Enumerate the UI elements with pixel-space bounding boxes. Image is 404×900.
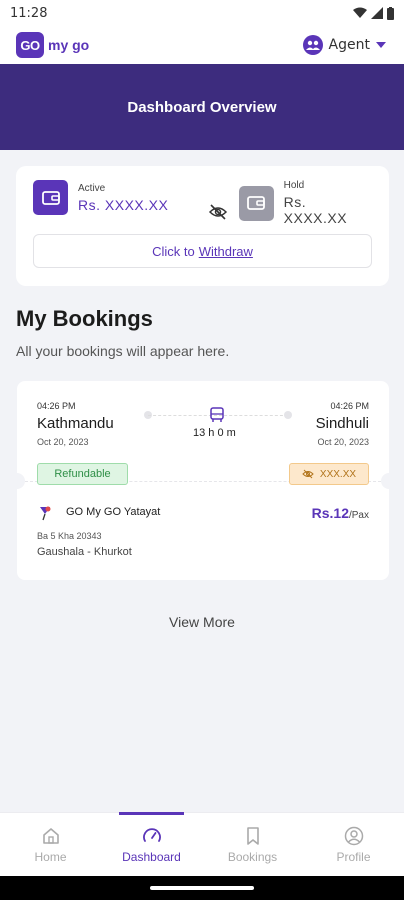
app-logo: GO <box>16 32 44 58</box>
profile-icon <box>344 826 363 845</box>
hold-value: Rs. XXXX.XX <box>283 194 348 226</box>
brand-name: my go <box>48 37 90 53</box>
departure-date: Oct 20, 2023 <box>37 437 89 447</box>
status-bar: 11:28 <box>0 0 404 26</box>
booking-card[interactable]: 04:26 PM Kathmandu Oct 20, 2023 13 h 0 m… <box>9 381 397 580</box>
view-more-link[interactable]: View More <box>0 614 404 630</box>
refundable-badge: Refundable <box>37 463 128 485</box>
system-gesture-bar <box>0 876 404 900</box>
page-title: Dashboard Overview <box>127 98 277 116</box>
battery-icon <box>387 6 394 20</box>
speedometer-icon <box>142 827 161 842</box>
arrival-date: Oct 20, 2023 <box>317 437 369 447</box>
nav-dashboard-label: Dashboard <box>122 849 181 864</box>
status-icons <box>353 6 394 20</box>
ticket-notch <box>9 473 25 489</box>
route-name: Gaushala - Khurkot <box>37 546 132 558</box>
ticket-notch <box>381 473 397 489</box>
fare-unit: /Pax <box>348 510 369 521</box>
operator-logo-icon <box>40 506 51 521</box>
withdraw-prefix: Click to <box>152 243 195 259</box>
home-indicator[interactable] <box>150 886 254 890</box>
nav-home[interactable]: Home <box>0 813 101 876</box>
withdraw-link[interactable]: Withdraw <box>199 244 253 259</box>
chevron-down-icon <box>376 42 386 48</box>
bookmark-icon <box>246 826 259 845</box>
arrival-time: 04:26 PM <box>330 401 369 411</box>
wallet-icon <box>239 185 274 221</box>
nav-bookings-label: Bookings <box>227 849 278 864</box>
hide-balance-icon[interactable] <box>208 202 230 224</box>
wifi-icon <box>353 7 367 18</box>
wallet-icon <box>33 180 68 215</box>
route-dot <box>284 411 292 419</box>
operator-name: GO My GO Yatayat <box>66 506 161 518</box>
active-label: Active <box>78 182 106 194</box>
wallet-card: Active Rs. XXXX.XX Hold Rs. XXXX.XX Clic… <box>16 166 389 286</box>
hold-label: Hold <box>283 180 305 191</box>
arrival-city: Sindhuli <box>315 415 369 432</box>
home-icon <box>42 827 59 844</box>
nav-home-label: Home <box>34 849 67 864</box>
nav-profile-label: Profile <box>336 849 371 864</box>
nav-bookings[interactable]: Bookings <box>202 813 303 876</box>
hold-balance: Hold Rs. XXXX.XX <box>239 180 373 226</box>
wallet-balances: Active Rs. XXXX.XX Hold Rs. XXXX.XX <box>33 180 373 226</box>
fare: Rs.12/Pax <box>312 505 369 521</box>
signal-icon <box>371 7 383 19</box>
nav-dashboard[interactable]: Dashboard <box>101 812 202 876</box>
active-value: Rs. XXXX.XX <box>78 196 169 213</box>
eye-off-icon <box>302 469 314 479</box>
bottom-nav: Home Dashboard Bookings Profile <box>0 812 404 876</box>
price-badge: XXX.XX <box>289 463 369 485</box>
nav-profile[interactable]: Profile <box>303 813 404 876</box>
bookings-title: My Bookings <box>16 306 153 331</box>
bus-icon <box>210 407 224 422</box>
role-label: Agent <box>328 37 370 53</box>
fare-amount: Rs.12 <box>311 505 349 521</box>
brand[interactable]: GO my go <box>16 32 89 58</box>
active-balance: Active Rs. XXXX.XX <box>33 180 168 215</box>
role-selector[interactable]: Agent <box>302 35 386 55</box>
price-badge-value: XXX.XX <box>319 468 357 480</box>
vehicle-number: Ba 5 Kha 20343 <box>37 531 102 541</box>
withdraw-button[interactable]: Click to Withdraw <box>33 234 372 268</box>
trip-duration: 13 h 0 m <box>193 427 236 439</box>
status-time: 11:28 <box>10 5 48 21</box>
app-bar: GO my go Agent <box>0 26 404 64</box>
departure-time: 04:26 PM <box>37 401 76 411</box>
departure-city: Kathmandu <box>37 415 114 432</box>
bookings-subtitle: All your bookings will appear here. <box>16 343 230 359</box>
agent-icon <box>302 35 323 55</box>
dashboard-header: Dashboard Overview <box>0 64 404 150</box>
